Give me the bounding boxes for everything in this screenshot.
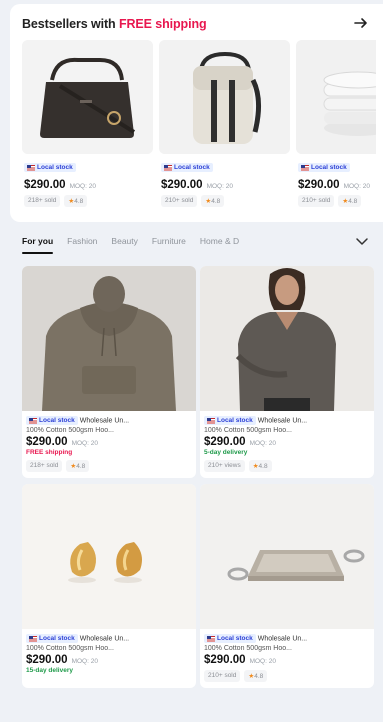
tab-furniture[interactable]: Furniture — [152, 236, 186, 246]
us-flag-icon — [207, 417, 215, 424]
bestsellers-header[interactable]: Bestsellers with FREE shipping — [22, 14, 383, 34]
product-title: Local stock Wholesale Un... — [26, 416, 192, 425]
rating: ★4.8 — [244, 670, 268, 682]
us-flag-icon — [27, 164, 35, 171]
bestsellers-carousel[interactable]: Local stock $290.00 MOQ: 20 218+ sold ★4.8 — [22, 40, 376, 207]
price: $290.00 — [161, 179, 203, 191]
product-image-tray — [200, 484, 374, 629]
local-stock-badge: Local stock — [26, 416, 78, 425]
product-title: Local stock Wholesale Un... — [204, 416, 370, 425]
sold-count: 218+ sold — [24, 195, 61, 207]
bestsellers-section: Bestsellers with FREE shipping Local sto… — [10, 4, 383, 222]
us-flag-icon — [301, 164, 309, 171]
local-stock-badge: Local stock — [204, 416, 256, 425]
sold-count: 218+ sold — [26, 460, 63, 472]
bestseller-card[interactable]: Local stock $290.00 MOQ: 20 218+ sold ★4.8 — [22, 40, 153, 207]
product-subtitle: 100% Cotton 500gsm Hoo... — [26, 427, 114, 434]
price: $290.00 — [204, 654, 246, 666]
local-stock-badge: Local stock — [204, 634, 256, 643]
chevron-down-icon[interactable] — [355, 234, 369, 248]
bestsellers-title: Bestsellers with FREE shipping — [22, 17, 207, 31]
bestseller-card[interactable]: Local stock $290.00 MOQ: 20 210+ sold ★4.8 — [296, 40, 376, 207]
tab-fashion[interactable]: Fashion — [67, 236, 97, 246]
sold-count: 210+ sold — [204, 670, 241, 682]
product-title: Local stock Wholesale Un... — [204, 634, 370, 643]
product-card[interactable]: Local stock Wholesale Un... 100% Cotton … — [200, 266, 374, 478]
price: $290.00 — [26, 436, 68, 448]
local-stock-badge: Local stock — [298, 163, 350, 173]
price: $290.00 — [26, 654, 68, 666]
bestseller-card[interactable]: Local stock $290.00 MOQ: 20 210+ sold ★4.8 — [159, 40, 290, 207]
moq: MOQ: 20 — [249, 658, 276, 665]
rating: ★4.8 — [201, 195, 225, 207]
product-image-sweater — [200, 266, 374, 411]
product-image-hoodie — [22, 266, 196, 411]
product-image-earrings — [22, 484, 196, 629]
category-tabs: For you Fashion Beauty Furniture Home & … — [0, 222, 383, 260]
us-flag-icon — [29, 417, 37, 424]
rating: ★4.8 — [248, 460, 272, 472]
tab-home-d[interactable]: Home & D — [200, 236, 239, 246]
product-subtitle: 100% Cotton 500gsm Hoo... — [26, 645, 114, 652]
price: $290.00 — [204, 436, 246, 448]
moq: MOQ: 20 — [206, 183, 233, 190]
product-card[interactable]: Local stock Wholesale Un... 100% Cotton … — [22, 266, 196, 478]
moq: MOQ: 20 — [69, 183, 96, 190]
product-image-handbag — [22, 40, 153, 154]
product-card[interactable]: Local stock Wholesale Un... 100% Cotton … — [22, 484, 196, 688]
us-flag-icon — [29, 635, 37, 642]
price: $290.00 — [24, 179, 66, 191]
local-stock-badge: Local stock — [161, 163, 213, 173]
rating: ★4.8 — [66, 460, 90, 472]
us-flag-icon — [164, 164, 172, 171]
price: $290.00 — [298, 179, 340, 191]
product-subtitle: 100% Cotton 500gsm Hoo... — [204, 645, 292, 652]
moq: MOQ: 20 — [249, 440, 276, 447]
product-card[interactable]: Local stock Wholesale Un... 100% Cotton … — [200, 484, 374, 688]
arrow-right-icon[interactable] — [353, 15, 369, 31]
us-flag-icon — [207, 635, 215, 642]
sold-count: 210+ sold — [161, 195, 198, 207]
tab-for-you[interactable]: For you — [22, 236, 54, 254]
product-title: Local stock Wholesale Un... — [26, 634, 192, 643]
product-image-plates — [296, 40, 376, 154]
local-stock-badge: Local stock — [26, 634, 78, 643]
rating: ★4.8 — [64, 195, 88, 207]
moq: MOQ: 20 — [71, 440, 98, 447]
shipping-label: FREE shipping — [26, 449, 73, 456]
delivery-label: 15-day delivery — [26, 667, 73, 674]
view-count: 210+ views — [204, 460, 245, 472]
sold-count: 210+ sold — [298, 195, 335, 207]
product-image-backpack — [159, 40, 290, 154]
moq: MOQ: 20 — [71, 658, 98, 665]
tab-beauty[interactable]: Beauty — [111, 236, 137, 246]
rating: ★4.8 — [338, 195, 362, 207]
delivery-label: 5-day delivery — [204, 449, 248, 456]
local-stock-badge: Local stock — [24, 163, 76, 173]
app-screen: Bestsellers with FREE shipping Local sto… — [0, 0, 383, 722]
moq: MOQ: 20 — [343, 183, 370, 190]
product-subtitle: 100% Cotton 500gsm Hoo... — [204, 427, 292, 434]
product-grid: Local stock Wholesale Un... 100% Cotton … — [22, 266, 374, 688]
